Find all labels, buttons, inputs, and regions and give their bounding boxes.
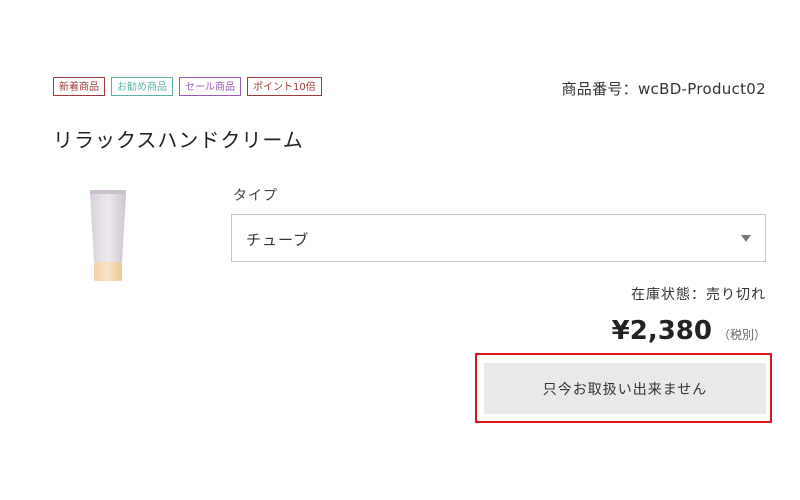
- chevron-down-icon: [741, 235, 751, 242]
- option-type-label: タイプ: [233, 188, 278, 204]
- stock-status: 在庫状態：売り切れ: [631, 287, 766, 303]
- badge-sale: セール商品: [179, 77, 241, 96]
- hand-cream-tube-icon: [90, 190, 126, 281]
- type-select[interactable]: チューブ: [231, 214, 766, 262]
- badge-point: ポイント10倍: [247, 77, 322, 96]
- product-badges: 新着商品 お勧め商品 セール商品 ポイント10倍: [53, 77, 322, 96]
- unavailable-button[interactable]: 只今お取扱い出来ません: [484, 363, 766, 414]
- product-number: 商品番号：wcBD-Product02: [561, 80, 766, 98]
- type-select-value: チューブ: [246, 231, 310, 249]
- price-amount: ¥2,380: [611, 316, 712, 346]
- product-image: [88, 190, 128, 282]
- badge-recommended: お勧め商品: [111, 77, 173, 96]
- price-row: ¥2,380 （税別）: [612, 316, 766, 346]
- badge-new: 新着商品: [53, 77, 105, 96]
- tax-note: （税別）: [717, 328, 766, 342]
- product-title: リラックスハンドクリーム: [53, 128, 304, 152]
